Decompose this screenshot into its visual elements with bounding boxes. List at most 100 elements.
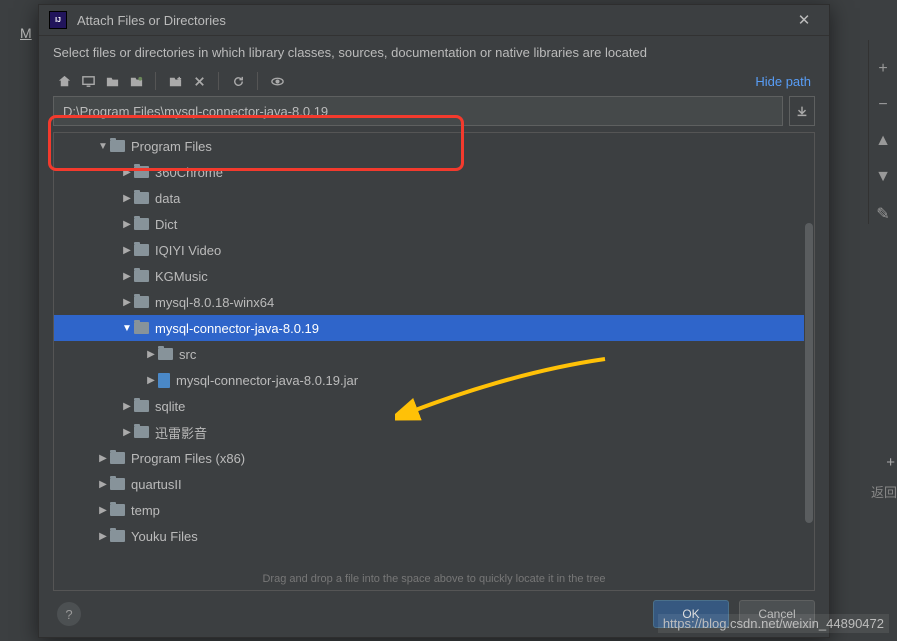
desktop-icon[interactable] bbox=[77, 70, 99, 92]
tree-node-label: sqlite bbox=[155, 399, 185, 414]
folder-icon bbox=[134, 218, 149, 230]
tree-node[interactable]: ▶ 360Chrome bbox=[54, 159, 804, 185]
tree-node[interactable]: ▶ mysql-connector-java-8.0.19.jar bbox=[54, 367, 804, 393]
chevron-right-icon[interactable]: ▶ bbox=[120, 401, 134, 412]
path-input[interactable] bbox=[54, 104, 782, 119]
home-icon[interactable] bbox=[53, 70, 75, 92]
folder-icon bbox=[134, 192, 149, 204]
folder-icon bbox=[134, 426, 149, 438]
folder-icon bbox=[158, 348, 173, 360]
tree-node[interactable]: ▶ data bbox=[54, 185, 804, 211]
folder-icon bbox=[110, 504, 125, 516]
tree-node-label: temp bbox=[131, 503, 160, 518]
down-icon[interactable]: ▼ bbox=[875, 168, 891, 186]
tree-node-label: Program Files bbox=[131, 139, 212, 154]
tree-node-label: 360Chrome bbox=[155, 165, 223, 180]
project-icon[interactable] bbox=[101, 70, 123, 92]
tree-node[interactable]: ▶ Dict bbox=[54, 211, 804, 237]
help-button[interactable]: ? bbox=[57, 602, 81, 626]
tree-node-label: KGMusic bbox=[155, 269, 208, 284]
folder-icon bbox=[134, 400, 149, 412]
hide-path-link[interactable]: Hide path bbox=[755, 74, 815, 89]
tree-hint: Drag and drop a file into the space abov… bbox=[54, 568, 814, 590]
tree-node-label: quartusII bbox=[131, 477, 182, 492]
delete-icon[interactable] bbox=[188, 70, 210, 92]
chevron-right-icon[interactable]: ▶ bbox=[96, 453, 110, 464]
tree-node[interactable]: ▶ Youku Files bbox=[54, 523, 804, 549]
edit-icon[interactable]: ✎ bbox=[876, 204, 889, 224]
tree-node[interactable]: ▼ mysql-connector-java-8.0.19 bbox=[54, 315, 804, 341]
chevron-right-icon[interactable]: ▶ bbox=[120, 271, 134, 282]
attach-files-dialog: Attach Files or Directories ✕ Select fil… bbox=[38, 4, 830, 638]
file-toolbar: Hide path bbox=[39, 66, 829, 96]
chevron-right-icon[interactable]: ▶ bbox=[120, 193, 134, 204]
folder-icon bbox=[110, 452, 125, 464]
new-folder-icon[interactable] bbox=[164, 70, 186, 92]
folder-icon bbox=[134, 296, 149, 308]
chevron-right-icon[interactable]: ▶ bbox=[120, 245, 134, 256]
show-hidden-icon[interactable] bbox=[266, 70, 288, 92]
chevron-down-icon[interactable]: ▼ bbox=[96, 141, 110, 152]
folder-icon bbox=[110, 530, 125, 542]
tree-node[interactable]: ▶ IQIYI Video bbox=[54, 237, 804, 263]
plus-corner: + bbox=[886, 454, 895, 471]
chevron-right-icon[interactable]: ▶ bbox=[120, 427, 134, 438]
module-icon[interactable] bbox=[125, 70, 147, 92]
path-row bbox=[39, 96, 829, 129]
chevron-right-icon[interactable]: ▶ bbox=[96, 531, 110, 542]
tree-node-label: 迅雷影音 bbox=[155, 423, 207, 442]
tree-node[interactable]: ▶ quartusII bbox=[54, 471, 804, 497]
tree-node[interactable]: ▶ KGMusic bbox=[54, 263, 804, 289]
history-dropdown-button[interactable] bbox=[789, 96, 815, 126]
tree-node[interactable]: ▶ sqlite bbox=[54, 393, 804, 419]
tree-node[interactable]: ▶ temp bbox=[54, 497, 804, 523]
tree-node-label: Program Files (x86) bbox=[131, 451, 245, 466]
add-icon[interactable]: + bbox=[878, 60, 887, 78]
dialog-title: Attach Files or Directories bbox=[77, 13, 789, 28]
tree-node-label: mysql-8.0.18-winx64 bbox=[155, 295, 274, 310]
tree-scrollbar[interactable] bbox=[804, 133, 814, 568]
tree-node-label: mysql-connector-java-8.0.19.jar bbox=[176, 373, 358, 388]
chevron-right-icon[interactable]: ▶ bbox=[144, 375, 158, 386]
chevron-right-icon[interactable]: ▶ bbox=[120, 167, 134, 178]
tree-node-label: IQIYI Video bbox=[155, 243, 221, 258]
right-toolstrip: + − ▲ ▼ ✎ bbox=[868, 40, 897, 224]
close-button[interactable]: ✕ bbox=[789, 11, 819, 29]
tree-node[interactable]: ▶ mysql-8.0.18-winx64 bbox=[54, 289, 804, 315]
tree-viewport[interactable]: ▼ Program Files ▶ 360Chrome ▶ data ▶ Dict ▶ IQIYI… bbox=[54, 133, 804, 568]
chevron-right-icon[interactable]: ▶ bbox=[144, 349, 158, 360]
tree-node[interactable]: ▶ src bbox=[54, 341, 804, 367]
chevron-right-icon[interactable]: ▶ bbox=[96, 505, 110, 516]
refresh-icon[interactable] bbox=[227, 70, 249, 92]
tree-node[interactable]: ▶ 迅雷影音 bbox=[54, 419, 804, 445]
tree-node[interactable]: ▼ Program Files bbox=[54, 133, 804, 159]
tree-node-label: mysql-connector-java-8.0.19 bbox=[155, 321, 319, 336]
folder-icon bbox=[134, 244, 149, 256]
remove-icon[interactable]: − bbox=[878, 96, 887, 114]
dialog-subtitle: Select files or directories in which lib… bbox=[39, 36, 829, 66]
folder-icon bbox=[134, 270, 149, 282]
tree-node-label: Dict bbox=[155, 217, 177, 232]
chevron-down-icon[interactable]: ▼ bbox=[120, 323, 134, 334]
folder-icon bbox=[134, 166, 149, 178]
directory-tree: ▼ Program Files ▶ 360Chrome ▶ data ▶ Dict ▶ IQIYI… bbox=[53, 132, 815, 591]
chevron-right-icon[interactable]: ▶ bbox=[120, 219, 134, 230]
separator bbox=[257, 72, 258, 90]
chevron-right-icon[interactable]: ▶ bbox=[96, 479, 110, 490]
scrollbar-thumb[interactable] bbox=[805, 223, 813, 523]
titlebar: Attach Files or Directories ✕ bbox=[39, 5, 829, 36]
up-icon[interactable]: ▲ bbox=[875, 132, 891, 150]
folder-icon bbox=[110, 140, 125, 152]
chevron-right-icon[interactable]: ▶ bbox=[120, 297, 134, 308]
folder-icon bbox=[134, 322, 149, 334]
text-fragment: 返回 bbox=[871, 482, 897, 501]
tree-node-label: src bbox=[179, 347, 196, 362]
tree-node-label: Youku Files bbox=[131, 529, 198, 544]
menu-fragment: M bbox=[20, 25, 32, 41]
tree-node[interactable]: ▶ Program Files (x86) bbox=[54, 445, 804, 471]
separator bbox=[155, 72, 156, 90]
jar-icon bbox=[158, 373, 170, 388]
intellij-icon bbox=[49, 11, 67, 29]
tree-node-label: data bbox=[155, 191, 180, 206]
folder-icon bbox=[110, 478, 125, 490]
